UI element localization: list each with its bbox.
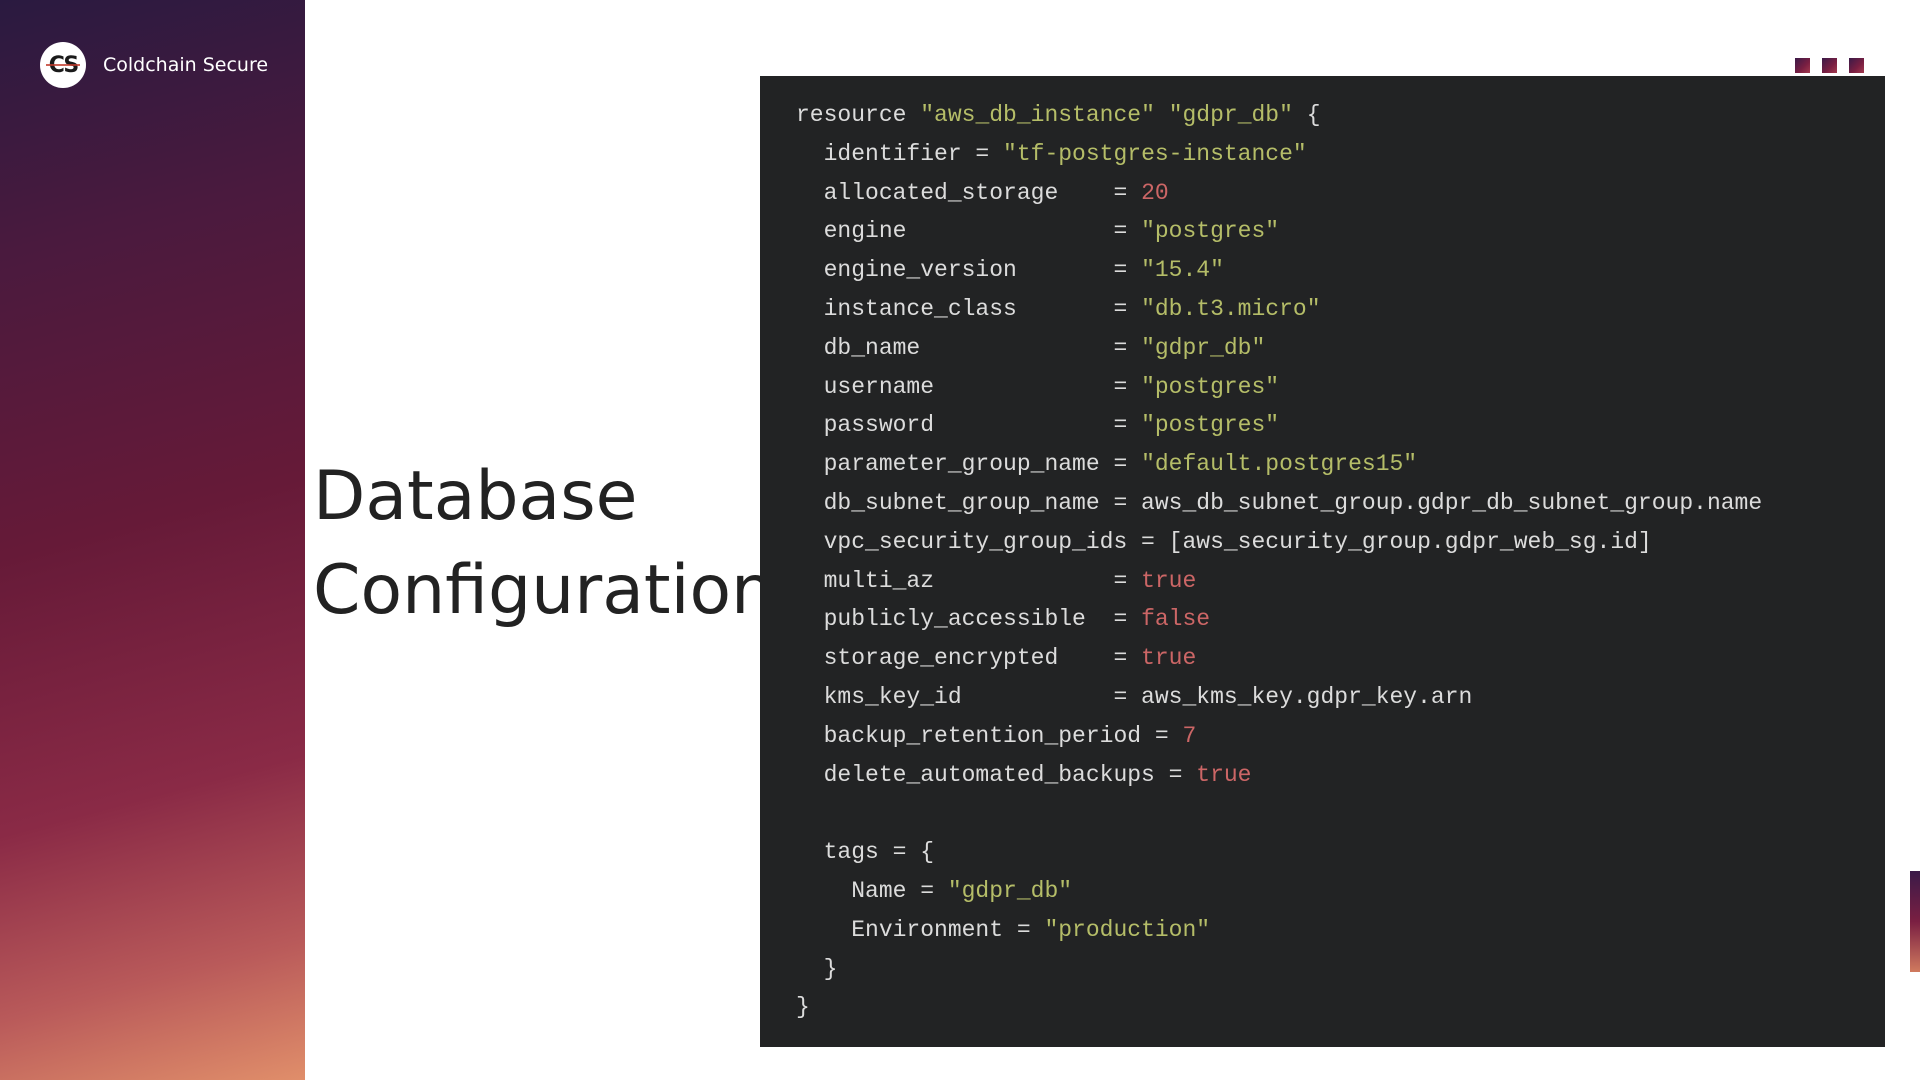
sidebar-gradient-panel: CS Coldchain Secure [0, 0, 305, 1080]
code-token: storage_encrypted = [796, 645, 1142, 672]
code-token: engine_version = [796, 257, 1142, 284]
code-token: Name = [796, 877, 948, 904]
code-token: true [1196, 761, 1252, 788]
code-token: password = [796, 412, 1142, 439]
code-token: true [1141, 567, 1197, 594]
decorative-square-icon [1822, 58, 1837, 73]
code-token: db_subnet_group_name = aws_db_subnet_gro… [796, 489, 1763, 516]
code-token: multi_az = [796, 567, 1142, 594]
edge-accent-bar [1910, 871, 1920, 972]
code-block: resource "aws_db_instance" "gdpr_db" { i… [760, 76, 1885, 1047]
code-line: resource "aws_db_instance" "gdpr_db" { [796, 96, 1885, 135]
brand-logo-icon: CS [40, 42, 86, 88]
code-line: ​ [796, 794, 1885, 833]
code-token: true [1141, 645, 1197, 672]
decorative-square-icon [1795, 58, 1810, 73]
code-token: "gdpr_db" [947, 877, 1073, 904]
code-line: } [796, 988, 1885, 1027]
decorative-square-icon [1849, 58, 1864, 73]
code-line: engine = "postgres" [796, 212, 1885, 251]
code-line: tags = { [796, 833, 1885, 872]
code-token: publicly_accessible = [796, 606, 1142, 633]
code-token: "postgres" [1141, 218, 1280, 245]
brand: CS Coldchain Secure [40, 42, 268, 88]
page-title-line-2: Configuration [313, 551, 775, 630]
code-token: "postgres" [1141, 373, 1280, 400]
code-token: tags = { [796, 839, 935, 866]
code-line: kms_key_id = aws_kms_key.gdpr_key.arn [796, 678, 1885, 717]
code-line: instance_class = "db.t3.micro" [796, 290, 1885, 329]
page-title: Database Configuration [313, 450, 775, 638]
code-line: backup_retention_period = 7 [796, 717, 1885, 756]
code-line: parameter_group_name = "default.postgres… [796, 445, 1885, 484]
code-token: "gdpr_db" [1168, 102, 1293, 128]
code-token: identifier = [796, 140, 1004, 167]
code-token: "aws_db_instance" [920, 102, 1155, 128]
code-token: vpc_security_group_ids = [aws_security_g… [796, 528, 1652, 555]
code-line: identifier = "tf-postgres-instance" [796, 135, 1885, 174]
code-line: Name = "gdpr_db" [796, 872, 1885, 911]
page-title-line-1: Database [313, 457, 638, 536]
code-line: multi_az = true [796, 562, 1885, 601]
code-line: username = "postgres" [796, 368, 1885, 407]
code-token: resource [796, 102, 921, 128]
code-line: storage_encrypted = true [796, 639, 1885, 678]
code-token: Environment = [796, 916, 1045, 943]
code-line: engine_version = "15.4" [796, 251, 1885, 290]
code-line: } [796, 950, 1885, 989]
code-token: "db.t3.micro" [1141, 295, 1321, 322]
slide: CS Coldchain Secure Database Configurati… [0, 0, 1920, 1080]
code-token: "production" [1044, 916, 1211, 943]
code-token: engine = [796, 218, 1142, 245]
code-token: false [1141, 606, 1211, 633]
code-token: "gdpr_db" [1141, 334, 1266, 361]
code-line: allocated_storage = 20 [796, 174, 1885, 213]
code-line: db_name = "gdpr_db" [796, 329, 1885, 368]
code-line: db_subnet_group_name = aws_db_subnet_gro… [796, 484, 1885, 523]
code-token: } [796, 955, 838, 982]
code-line: vpc_security_group_ids = [aws_security_g… [796, 523, 1885, 562]
code-token: parameter_group_name = [796, 451, 1142, 478]
code-token: "15.4" [1141, 257, 1224, 284]
code-token: username = [796, 373, 1142, 400]
code-token: db_name = [796, 334, 1142, 361]
logo-stripe [46, 64, 80, 66]
code-token: delete_automated_backups = [796, 761, 1197, 788]
decorative-squares [1795, 58, 1864, 73]
code-token: 20 [1141, 179, 1169, 206]
code-token: backup_retention_period = [796, 722, 1183, 749]
code-token: "postgres" [1141, 412, 1280, 439]
code-token: instance_class = [796, 295, 1142, 322]
brand-name: Coldchain Secure [103, 54, 269, 76]
code-token: "default.postgres15" [1141, 451, 1418, 478]
code-line: Environment = "production" [796, 911, 1885, 950]
code-line: password = "postgres" [796, 406, 1885, 445]
code-token: allocated_storage = [796, 179, 1142, 206]
code-token: "tf-postgres-instance" [1003, 140, 1307, 167]
code-token: kms_key_id = aws_kms_key.gdpr_key.arn [796, 683, 1473, 710]
code-token: 7 [1182, 722, 1197, 749]
code-token: } [796, 994, 810, 1021]
code-line: delete_automated_backups = true [796, 756, 1885, 795]
code-token: { [1292, 102, 1321, 128]
code-line: publicly_accessible = false [796, 600, 1885, 639]
